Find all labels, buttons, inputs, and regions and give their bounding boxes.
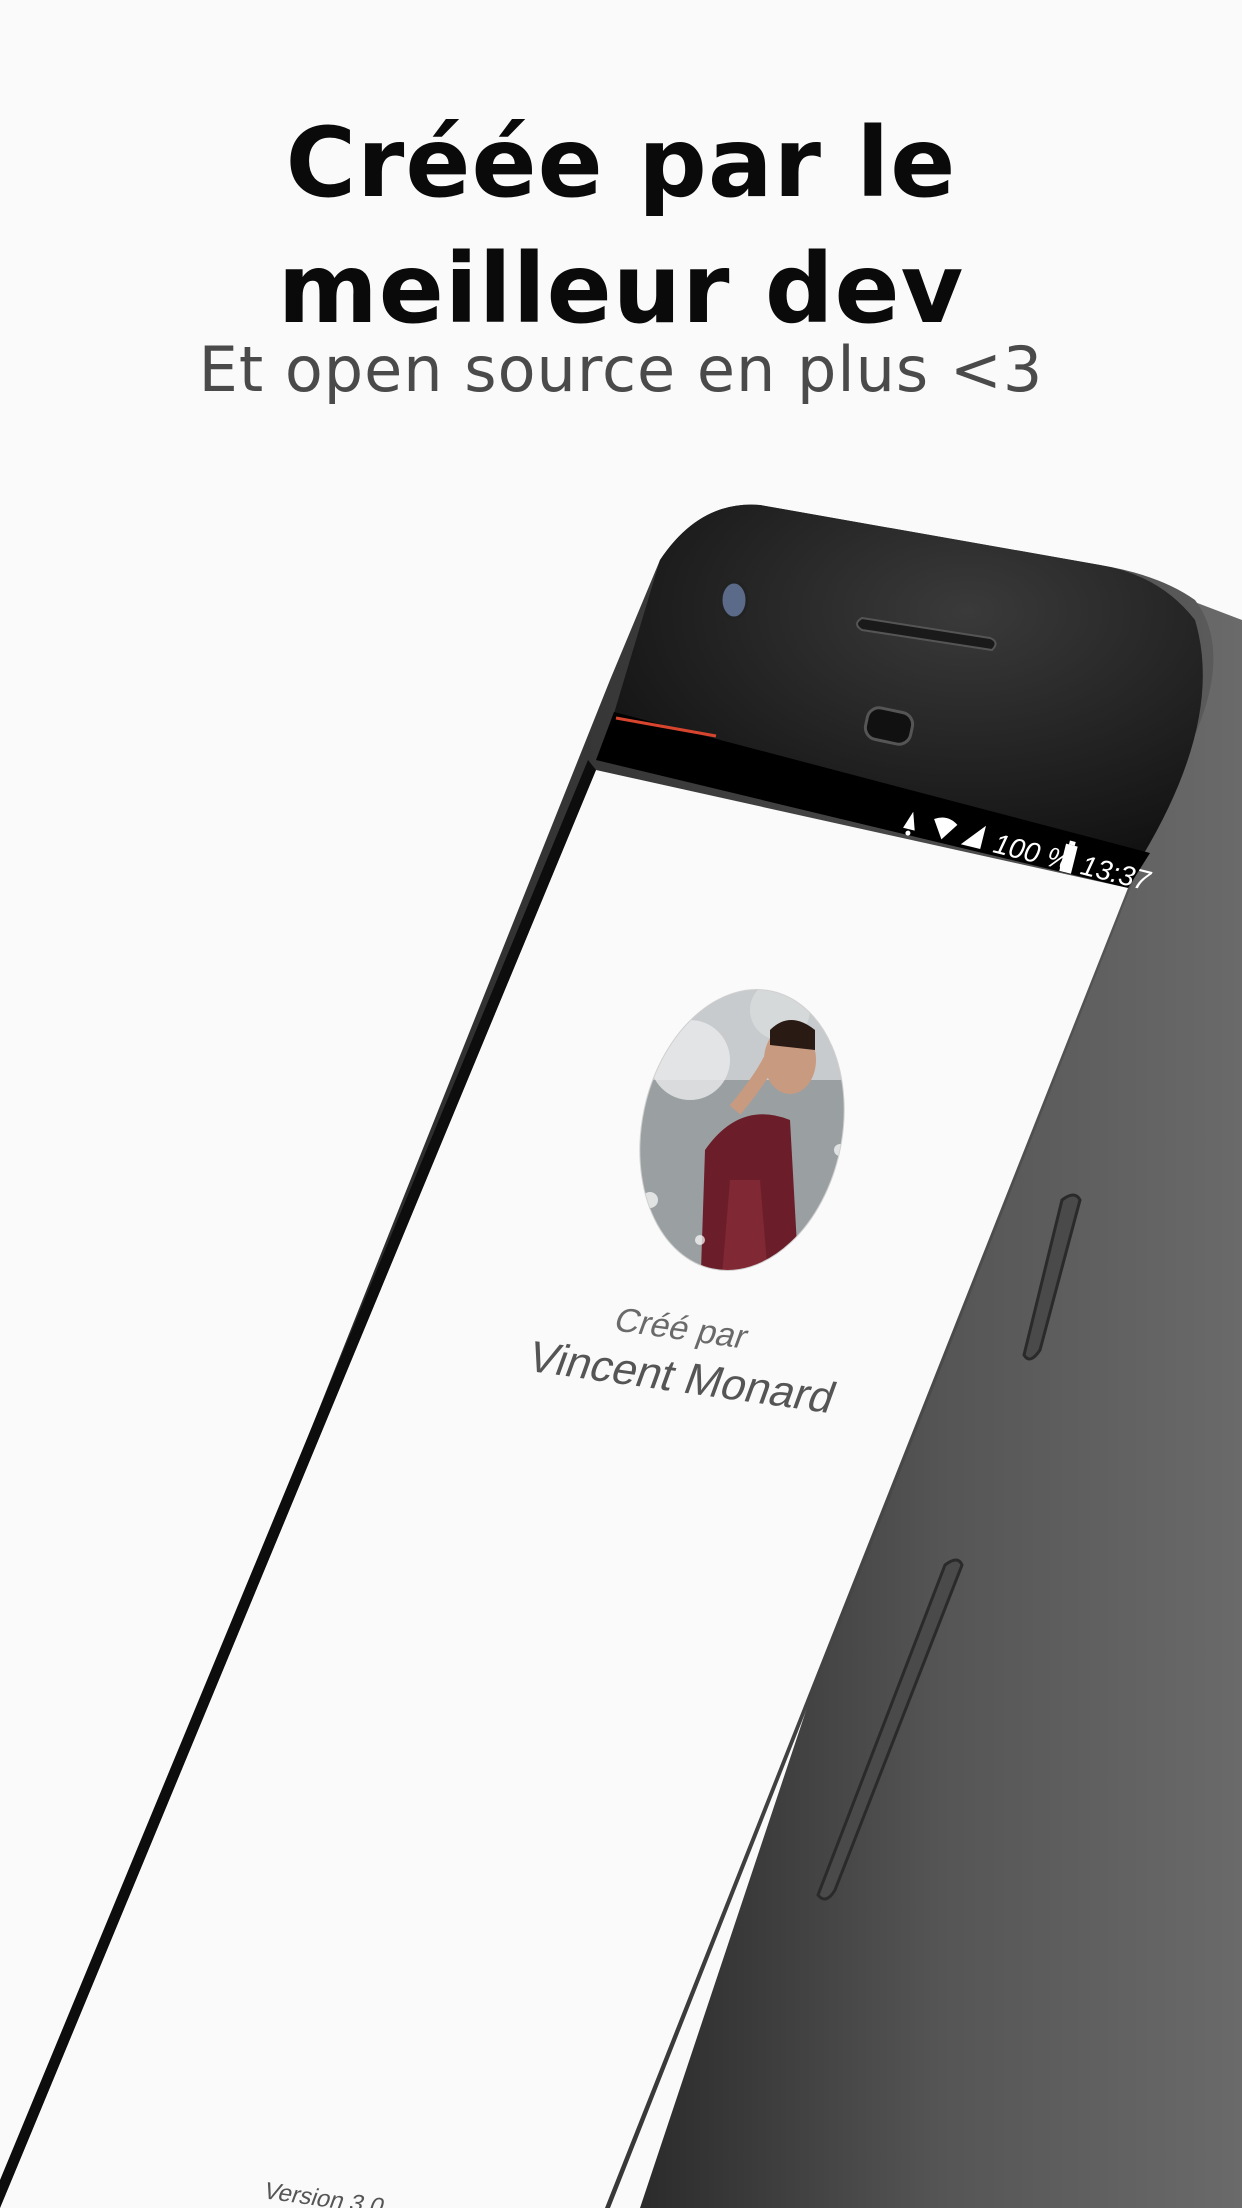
phone-mockup: 100 % 13:37 Créé par Vincent Monard Vers…: [0, 504, 1242, 2208]
front-camera-icon: [719, 580, 749, 620]
